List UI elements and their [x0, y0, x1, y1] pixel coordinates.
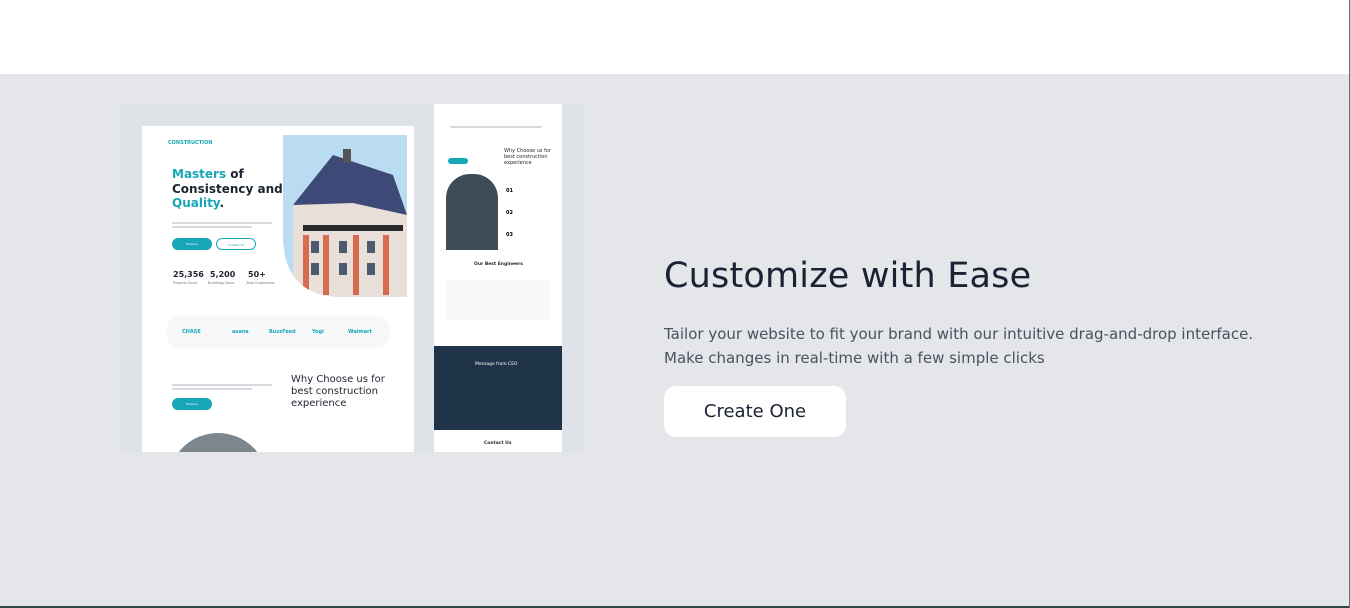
preview-ceo-block	[434, 346, 562, 430]
preview-stat-label: Total Employees	[246, 281, 275, 285]
preview-stat-value: 50+	[248, 270, 266, 279]
preview-contact-button: Contact Us	[216, 238, 256, 250]
preview-hero-heading: Masters of Consistency and Quality.	[172, 167, 283, 210]
preview-why-heading: Why Choose us for best construction expe…	[291, 374, 385, 409]
preview-contact-heading: Contact Us	[484, 441, 512, 446]
preview-side-why: Why Choose us for best construction expe…	[504, 148, 551, 166]
preview-brand: CONSTRUCTION	[168, 140, 213, 146]
preview-stat-value: 5,200	[210, 270, 236, 279]
preview-logo: asana	[232, 329, 249, 335]
preview-stat-label: Projects Done	[173, 281, 198, 285]
preview-stat-label: Buildings Done	[208, 281, 235, 285]
description-line: Tailor your website to fit your brand wi…	[664, 325, 1254, 343]
preview-ceo-heading: Message from CEO	[475, 362, 518, 367]
preview-logo: Yogi	[312, 329, 324, 335]
preview-side-photo	[446, 174, 498, 250]
preview-explore-button: Explore	[172, 398, 212, 410]
preview-logo: CHASE	[182, 329, 201, 335]
preview-page-side: Why Choose us for best construction expe…	[434, 104, 562, 452]
preview-page-main: CONSTRUCTION Home About Us Services Proj…	[142, 126, 414, 452]
section-title: Customize with Ease	[664, 256, 1032, 296]
preview-side-number: 02	[506, 210, 513, 216]
website-preview-image: CONSTRUCTION Home About Us Services Proj…	[120, 104, 584, 452]
create-one-button[interactable]: Create One	[664, 386, 846, 437]
description-line: Make changes in real-time with a few sim…	[664, 349, 1045, 367]
preview-side-number: 01	[506, 188, 513, 194]
building-photo	[283, 135, 407, 297]
preview-logo: Walmart	[348, 329, 372, 335]
preview-photo	[168, 433, 268, 452]
preview-stat-value: 25,356	[173, 270, 204, 279]
preview-side-number: 03	[506, 232, 513, 238]
preview-engineers-cards	[446, 280, 550, 320]
preview-engineers-heading: Our Best Engineers	[474, 262, 523, 267]
preview-logo: BuzzFeed	[269, 329, 296, 335]
section-description: Tailor your website to fit your brand wi…	[664, 322, 1264, 370]
preview-explore-button: Explore	[172, 238, 212, 250]
top-band	[0, 0, 1350, 74]
